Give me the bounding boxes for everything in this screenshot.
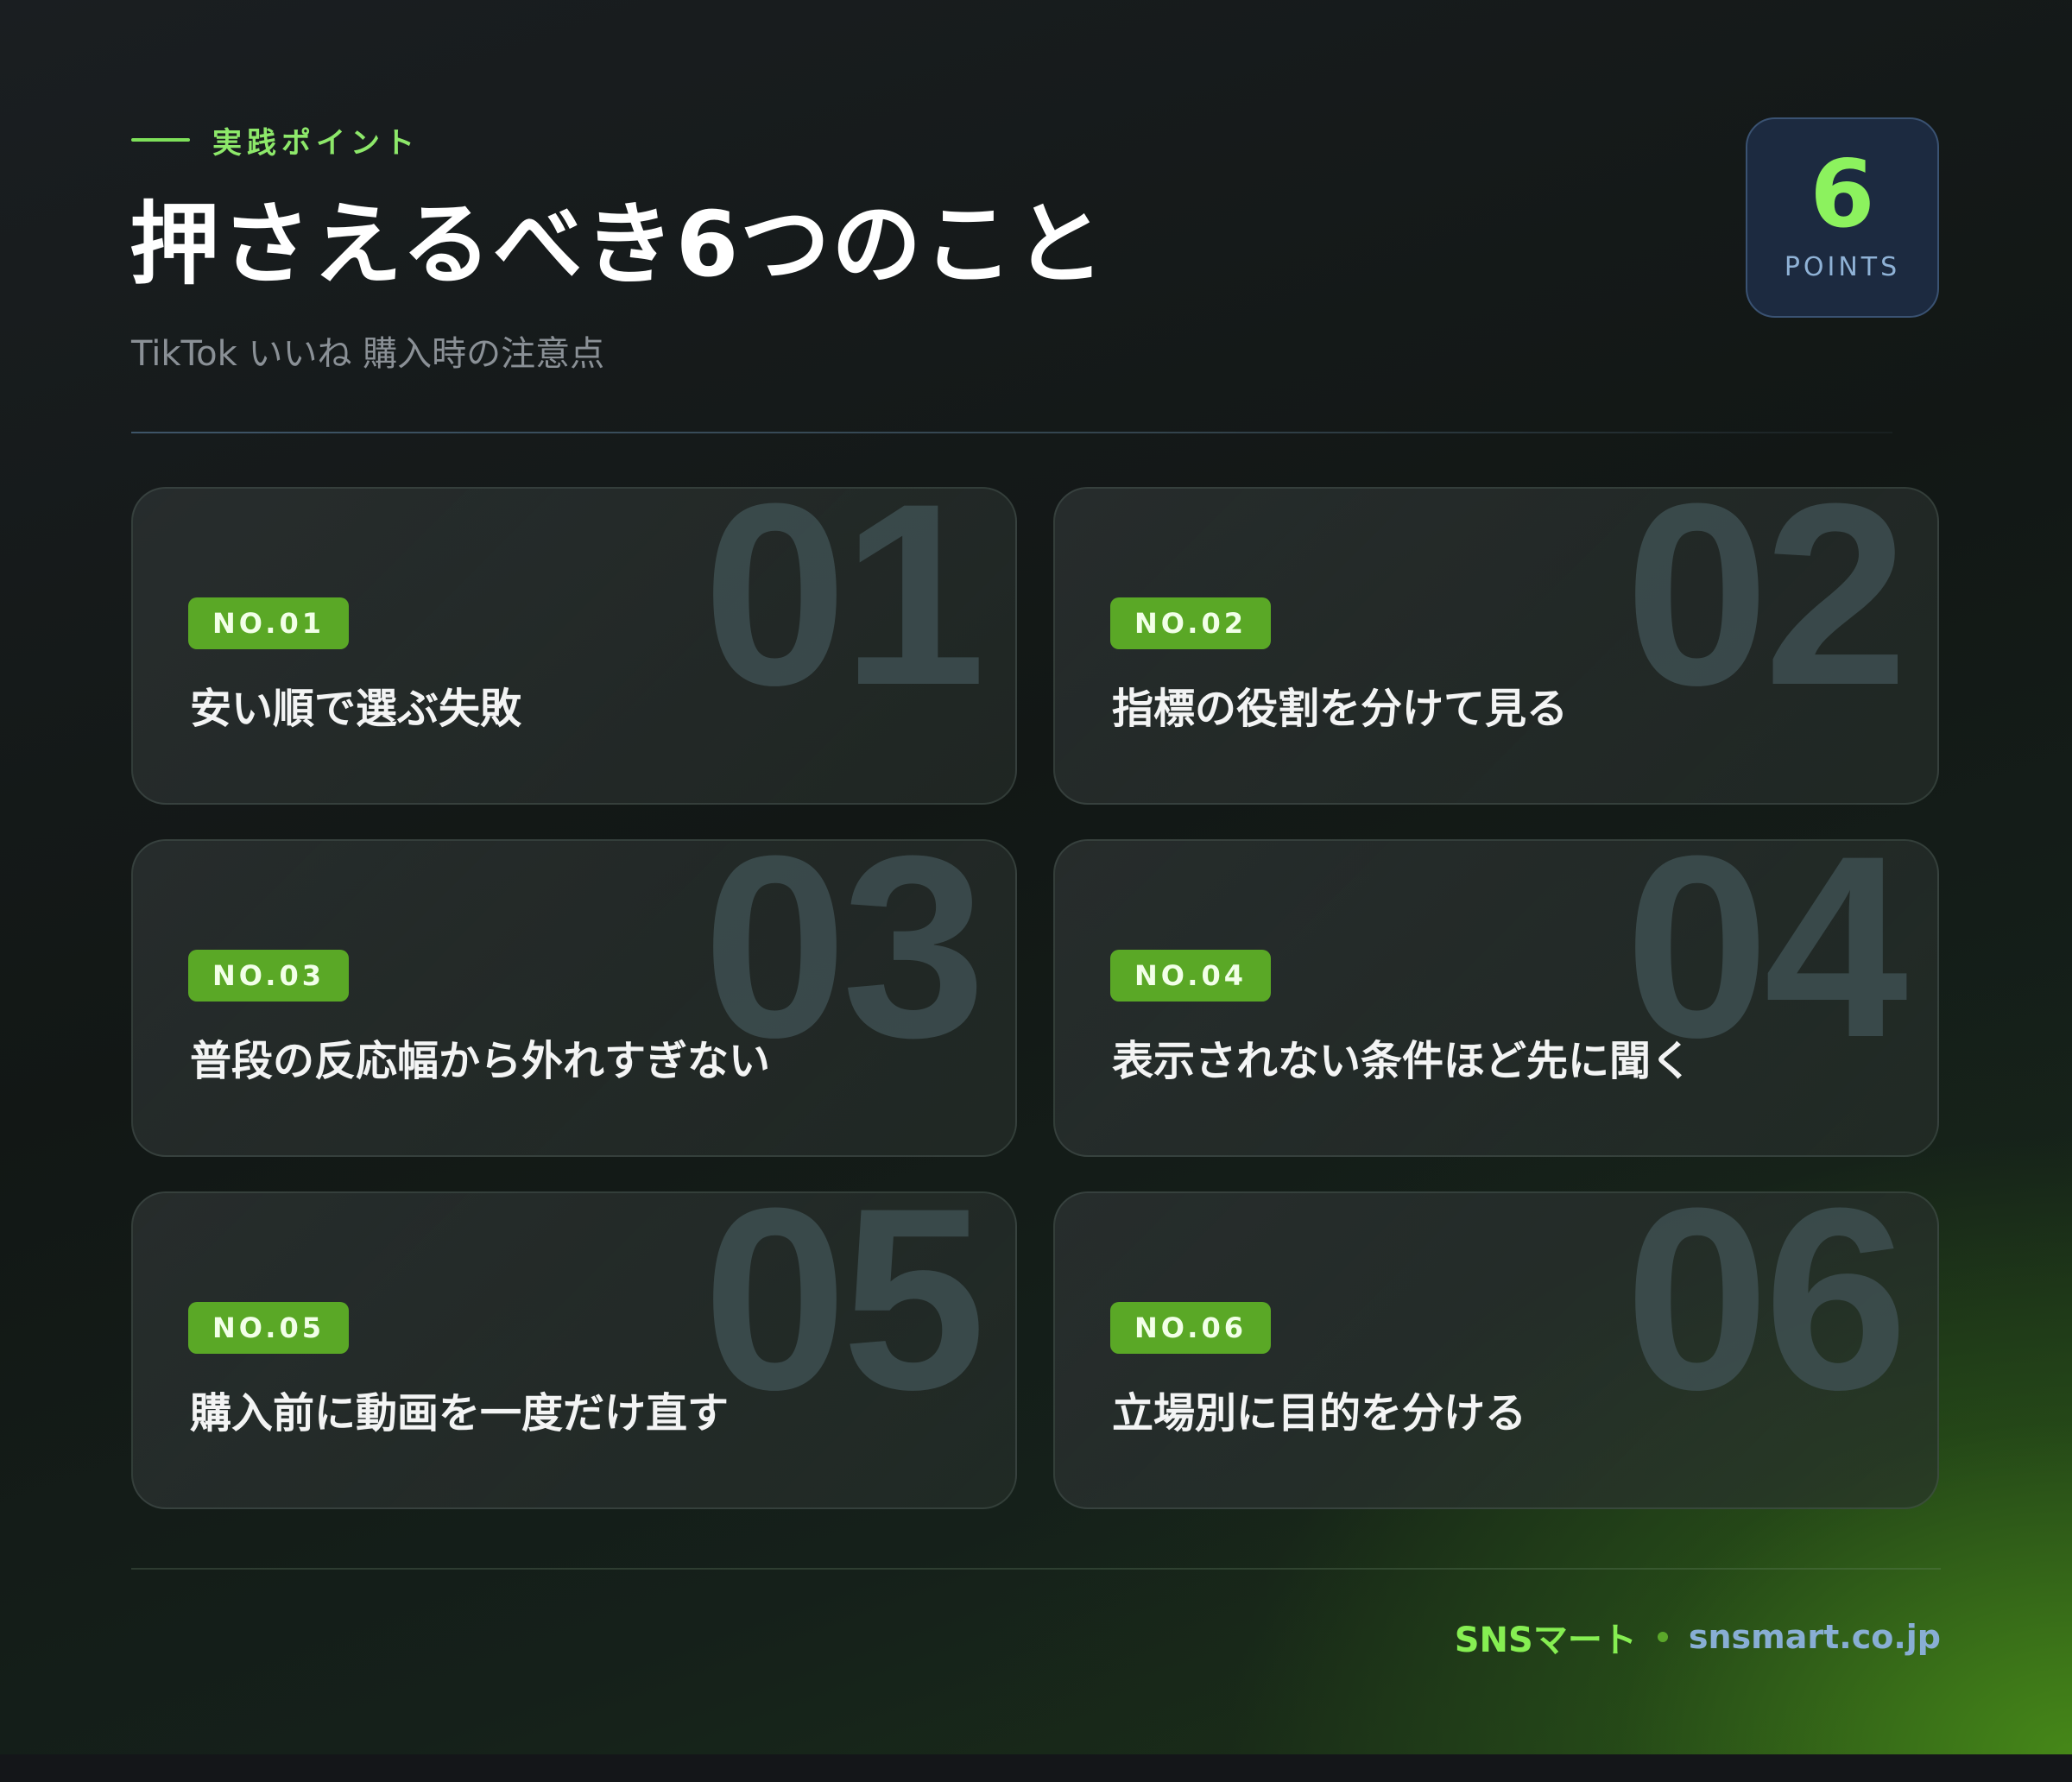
point-card-03: 03 NO.03 普段の反応幅から外れすぎない xyxy=(131,839,1017,1157)
eyebrow: 実践ポイント xyxy=(131,121,420,161)
card-number-tag: NO.03 xyxy=(188,950,349,1002)
card-background-number: 01 xyxy=(703,487,986,739)
card-number-tag: NO.05 xyxy=(188,1302,349,1354)
card-title: 安い順で選ぶ失敗 xyxy=(190,685,522,733)
points-badge: 6 POINTS xyxy=(1746,117,1939,318)
footer: SNSマート snsmart.co.jp xyxy=(1455,1611,1941,1663)
separator-dot-icon xyxy=(1657,1632,1668,1642)
eyebrow-label: 実践ポイント xyxy=(212,125,420,161)
footer-divider xyxy=(131,1568,1941,1570)
card-number-tag: NO.06 xyxy=(1110,1302,1271,1354)
card-title: 普段の反応幅から外れすぎない xyxy=(190,1037,771,1085)
point-card-06: 06 NO.06 立場別に目的を分ける xyxy=(1053,1191,1939,1509)
page-title: 押さえるべき6つのこと xyxy=(130,192,1107,297)
brand-name: SNSマート xyxy=(1454,1621,1637,1660)
header-divider xyxy=(131,432,1892,433)
card-number-tag: NO.04 xyxy=(1110,950,1271,1002)
card-background-number: 06 xyxy=(1625,1191,1908,1444)
points-count: 6 xyxy=(1810,141,1875,249)
point-card-01: 01 NO.01 安い順で選ぶ失敗 xyxy=(131,487,1017,805)
card-number-tag: NO.01 xyxy=(188,597,349,649)
card-background-number: 05 xyxy=(703,1191,986,1444)
slide-canvas: 実践ポイント 押さえるべき6つのこと TikTok いいね 購入時の注意点 6 … xyxy=(0,0,2072,1754)
card-title: 指標の役割を分けて見る xyxy=(1112,685,1569,733)
card-title: 購入前に動画を一度だけ直す xyxy=(190,1389,730,1438)
card-title: 表示されない条件ほど先に聞く xyxy=(1112,1037,1693,1085)
card-number-tag: NO.02 xyxy=(1110,597,1271,649)
card-background-number: 02 xyxy=(1625,487,1908,739)
point-card-04: 04 NO.04 表示されない条件ほど先に聞く xyxy=(1053,839,1939,1157)
point-card-05: 05 NO.05 購入前に動画を一度だけ直す xyxy=(131,1191,1017,1509)
page-subtitle: TikTok いいね 購入時の注意点 xyxy=(131,334,605,374)
card-title: 立場別に目的を分ける xyxy=(1112,1389,1527,1438)
point-card-02: 02 NO.02 指標の役割を分けて見る xyxy=(1053,487,1939,805)
site-url: snsmart.co.jp xyxy=(1688,1618,1941,1656)
points-label: POINTS xyxy=(1784,252,1901,282)
eyebrow-accent-line xyxy=(131,138,190,142)
bottom-strip xyxy=(0,1754,2072,1782)
